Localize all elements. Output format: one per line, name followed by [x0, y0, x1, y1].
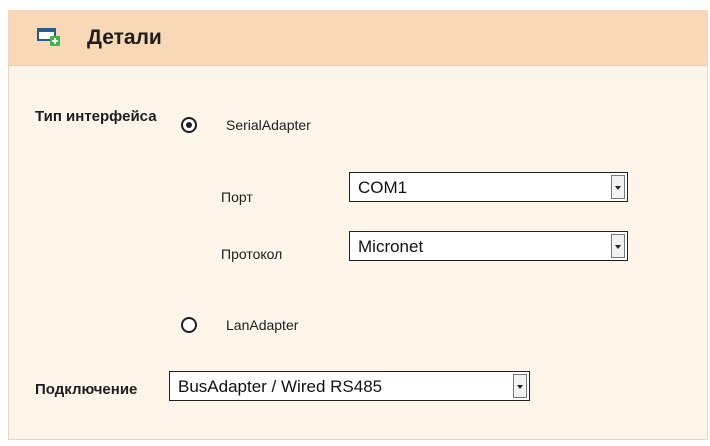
panel-title: Детали: [87, 26, 162, 49]
protocol-label: Протокол: [221, 246, 283, 262]
add-window-icon: [37, 28, 61, 48]
interface-type-label: Тип интерфейса: [35, 108, 157, 125]
chevron-down-icon[interactable]: [611, 175, 625, 199]
connection-select-value: BusAdapter / Wired RS485: [178, 377, 383, 396]
port-select[interactable]: COM1: [349, 172, 628, 202]
panel-header: Детали: [9, 11, 707, 66]
protocol-select-value: Micronet: [358, 237, 424, 256]
details-panel: Детали Тип интерфейса SerialAdapter Порт…: [8, 10, 708, 440]
chevron-down-icon[interactable]: [611, 234, 625, 258]
connection-label: Подключение: [35, 381, 138, 398]
chevron-down-icon[interactable]: [513, 374, 527, 398]
connection-select[interactable]: BusAdapter / Wired RS485: [169, 371, 530, 401]
protocol-select[interactable]: Micronet: [349, 231, 628, 261]
port-label: Порт: [221, 189, 253, 205]
radio-lan-adapter[interactable]: [181, 317, 197, 333]
port-select-value: COM1: [358, 178, 408, 197]
lan-adapter-label[interactable]: LanAdapter: [226, 317, 298, 333]
serial-adapter-label[interactable]: SerialAdapter: [226, 117, 311, 133]
radio-serial-adapter[interactable]: [181, 117, 197, 133]
